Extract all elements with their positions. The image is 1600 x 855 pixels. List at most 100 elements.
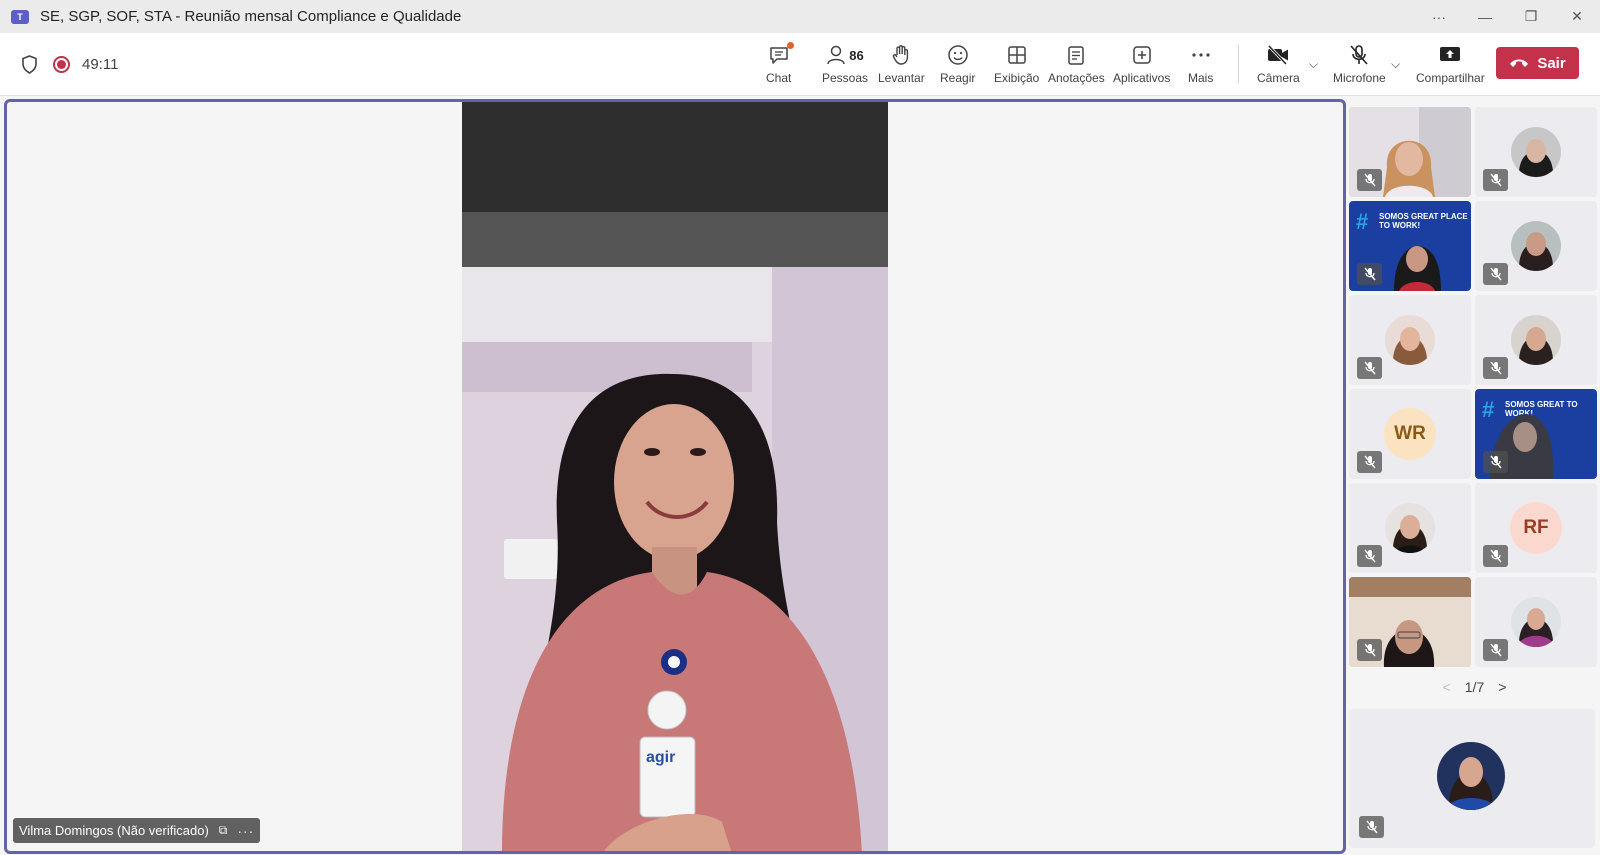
raise-label: Levantar [878,71,925,85]
participant-initials: RF [1510,502,1562,554]
unread-dot [786,42,794,49]
add-app-icon [1132,46,1151,64]
participant-tile[interactable] [1349,577,1471,667]
participant-avatar [1511,597,1561,647]
view-button[interactable]: Exibição [994,41,1039,91]
participant-avatar [1511,221,1561,271]
restore-button[interactable]: ❐ [1508,0,1554,33]
participant-tile[interactable] [1349,295,1471,385]
share-screen-icon [1440,47,1461,61]
next-page-icon[interactable]: > [1498,679,1506,695]
leave-button[interactable]: Sair [1496,47,1579,79]
people-icon [827,45,846,65]
participant-tile[interactable] [1475,107,1597,197]
participant-avatar [1385,503,1435,553]
meeting-timer: 49:11 [82,56,119,73]
page-indicator: 1/7 [1464,679,1485,695]
speaker-name-tag: Vilma Domingos (Não verificado) ⧉ ··· [13,818,261,843]
leave-label: Sair [1537,54,1566,72]
speaker-name: Vilma Domingos (Não verificado) [19,823,209,838]
people-label: Pessoas [822,71,869,85]
mic-off-icon [1483,639,1508,661]
mic-options-chevron-icon[interactable]: ⌵ [1391,57,1400,72]
participant-tile[interactable]: # SOMOS GREAT TO WORK! [1475,389,1597,479]
mic-off-icon [1357,263,1382,285]
mic-off-icon [1357,357,1382,379]
participant-tile[interactable] [1475,201,1597,291]
mic-off-icon [1357,639,1382,661]
window-controls: ··· — ❐ ✕ [1416,0,1600,33]
speaker-more-icon[interactable]: ··· [237,823,254,839]
chat-label: Chat [766,71,792,85]
camera-label: Câmera [1257,71,1300,85]
svg-text:agir: agir [646,749,675,766]
apps-label: Aplicativos [1113,71,1171,85]
hand-icon [893,45,909,65]
react-button[interactable]: Reagir [940,41,975,91]
camera-off-icon [1268,44,1289,66]
mic-off-icon [1483,545,1508,567]
notes-label: Anotações [1048,71,1105,85]
people-button[interactable]: 86 Pessoas [822,41,868,91]
speaker-video-image: agir [462,102,888,851]
participant-avatar [1511,315,1561,365]
raise-hand-button[interactable]: Levantar [878,41,925,91]
self-view-tile[interactable] [1349,709,1595,848]
self-avatar [1437,742,1505,810]
hang-up-icon [1510,59,1529,67]
react-label: Reagir [940,71,976,85]
camera-button[interactable]: Câmera [1257,41,1300,91]
participant-initials: WR [1384,408,1436,460]
share-label: Compartilhar [1416,71,1485,85]
participant-tile[interactable]: WR [1349,389,1471,479]
people-count: 86 [849,47,864,63]
close-button[interactable]: ✕ [1554,0,1600,33]
ellipsis-icon [1192,53,1210,57]
mic-label: Microfone [1333,71,1386,85]
title-bar: T SE, SGP, SOF, STA - Reunião mensal Com… [0,0,1600,33]
mic-off-icon [1357,545,1382,567]
share-button[interactable]: Compartilhar [1416,41,1485,91]
mic-off-icon [1483,357,1508,379]
participant-tile[interactable] [1475,295,1597,385]
more-label: Mais [1188,71,1214,85]
participant-tile[interactable]: # SOMOS GREAT PLACE TO WORK! [1349,201,1471,291]
mic-off-icon [1359,816,1384,838]
mic-off-icon [1350,45,1368,65]
more-button[interactable]: Mais [1188,41,1213,91]
mic-off-icon [1357,451,1382,473]
mic-off-icon [1483,451,1508,473]
grid-view-icon [1007,46,1026,64]
notes-icon [1068,46,1085,65]
participant-tile[interactable] [1349,483,1471,573]
apps-button[interactable]: Aplicativos [1113,41,1170,91]
mic-off-icon [1483,169,1508,191]
mic-off-icon [1357,169,1382,191]
pin-icon[interactable]: ⧉ [219,823,228,838]
chat-icon [769,47,788,64]
speaker-video: agir [462,102,888,851]
meeting-toolbar: 49:11 Chat 86 Pessoas Levantar Reagir Ex… [0,33,1600,96]
participant-avatar [1385,315,1435,365]
participant-tile[interactable]: RF [1475,483,1597,573]
view-label: Exibição [994,71,1040,85]
camera-options-chevron-icon[interactable]: ⌵ [1309,57,1318,72]
more-options-icon[interactable]: ··· [1416,0,1462,33]
participant-tile[interactable] [1349,107,1471,197]
main-video-stage[interactable]: agir Vilma Domingos (Não verificado) ⧉ ·… [4,99,1346,854]
emoji-icon [947,45,968,65]
chat-button[interactable]: Chat [766,41,794,91]
participant-avatar [1511,127,1561,177]
shield-icon[interactable] [21,55,38,74]
notes-button[interactable]: Anotações [1048,41,1105,91]
participant-tile[interactable] [1475,577,1597,667]
previous-page-icon[interactable]: < [1443,679,1451,695]
toolbar-divider [1238,45,1239,83]
microphone-button[interactable]: Microfone [1333,41,1386,91]
minimize-button[interactable]: — [1462,0,1508,33]
recording-indicator-icon [53,56,70,73]
teams-icon: T [11,9,29,24]
gallery-pager: < 1/7 > [1349,676,1600,698]
window-title: SE, SGP, SOF, STA - Reunião mensal Compl… [40,8,462,25]
mic-off-icon [1483,263,1508,285]
